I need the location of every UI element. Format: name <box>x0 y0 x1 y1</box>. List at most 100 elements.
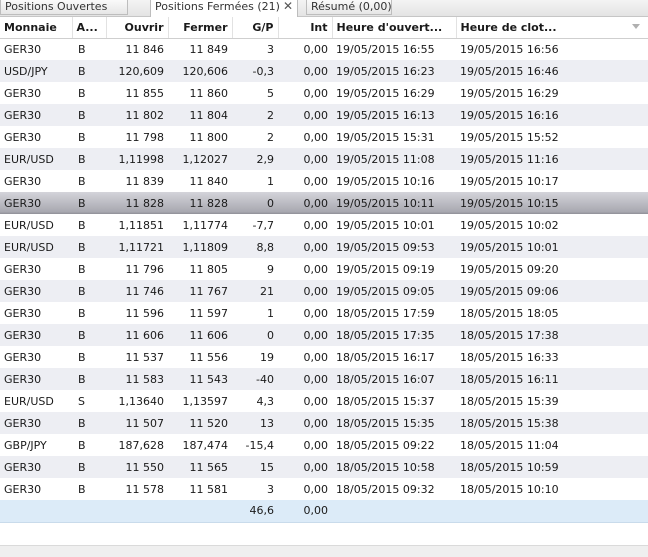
cell-fermer: 1,11809 <box>168 236 232 258</box>
cell-heure-cloture: 19/05/2015 16:29 <box>456 82 648 104</box>
tab-positions-fermees[interactable]: Positions Fermées (21) ✕ <box>150 0 298 17</box>
totals-empty-cell <box>72 500 106 523</box>
table-row[interactable]: GER30 B 11 550 11 565 15 0,00 18/05/2015 10:58… <box>0 456 648 478</box>
cell-fermer: 11 597 <box>168 302 232 324</box>
table-row[interactable]: EUR/USD B 1,11998 1,12027 2,9 0,00 19/05/2015 … <box>0 148 648 170</box>
cell-monnaie: EUR/USD <box>0 214 72 236</box>
cell-monnaie: EUR/USD <box>0 148 72 170</box>
cell-ouvrir: 11 839 <box>106 170 168 192</box>
cell-heure-cloture: 19/05/2015 09:06 <box>456 280 648 302</box>
cell-monnaie: USD/JPY <box>0 60 72 82</box>
tab-label: Positions Fermées (21) <box>155 0 280 13</box>
cell-fermer: 11 565 <box>168 456 232 478</box>
table-row[interactable]: GER30 B 11 596 11 597 1 0,00 18/05/2015 17:59 1… <box>0 302 648 324</box>
cell-ouvrir: 11 855 <box>106 82 168 104</box>
table-row[interactable]: GBP/JPY B 187,628 187,474 -15,4 0,00 18/05/201… <box>0 434 648 456</box>
sort-descending-icon <box>631 24 640 29</box>
tab-resume[interactable]: Résumé (0,00) <box>306 0 392 15</box>
totals-empty-cell <box>456 500 648 523</box>
cell-ouvrir: 120,609 <box>106 60 168 82</box>
closed-positions-window: Positions Ouvertes Positions Fermées (21… <box>0 0 648 557</box>
cell-ouvrir: 187,628 <box>106 434 168 456</box>
cell-action: B <box>72 38 106 60</box>
cell-int: 0,00 <box>278 346 332 368</box>
cell-action: B <box>72 104 106 126</box>
cell-ouvrir: 11 583 <box>106 368 168 390</box>
cell-monnaie: GER30 <box>0 478 72 500</box>
cell-monnaie: EUR/USD <box>0 236 72 258</box>
cell-heure-ouverture: 18/05/2015 17:35 <box>332 324 456 346</box>
tab-positions-ouvertes[interactable]: Positions Ouvertes <box>0 0 128 15</box>
cell-action: B <box>72 412 106 434</box>
column-header-fermer[interactable]: Fermer <box>168 17 233 39</box>
cell-heure-ouverture: 18/05/2015 09:22 <box>332 434 456 456</box>
cell-gp: 3 <box>232 478 278 500</box>
cell-action: B <box>72 214 106 236</box>
column-header-ouvrir[interactable]: Ouvrir <box>106 17 169 39</box>
cell-int: 0,00 <box>278 126 332 148</box>
table-row[interactable]: GER30 B 11 796 11 805 9 0,00 19/05/2015 09:19 1… <box>0 258 648 280</box>
cell-monnaie: GER30 <box>0 346 72 368</box>
table-row[interactable]: GER30 B 11 802 11 804 2 0,00 19/05/2015 16:13 1… <box>0 104 648 126</box>
cell-ouvrir: 1,11998 <box>106 148 168 170</box>
cell-fermer: 11 767 <box>168 280 232 302</box>
cell-fermer: 11 800 <box>168 126 232 148</box>
cell-action: B <box>72 478 106 500</box>
cell-ouvrir: 11 606 <box>106 324 168 346</box>
horizontal-scrollbar[interactable] <box>0 545 648 557</box>
column-header-gp[interactable]: G/P <box>232 17 279 39</box>
cell-ouvrir: 11 550 <box>106 456 168 478</box>
cell-fermer: 11 840 <box>168 170 232 192</box>
table-row[interactable]: GER30 B 11 578 11 581 3 0,00 18/05/2015 09:32 1… <box>0 478 648 500</box>
cell-heure-ouverture: 19/05/2015 09:19 <box>332 258 456 280</box>
table-row[interactable]: GER30 B 11 583 11 543 -40 0,00 18/05/2015 16:0… <box>0 368 648 390</box>
cell-fermer: 11 805 <box>168 258 232 280</box>
cell-action: B <box>72 456 106 478</box>
cell-heure-cloture: 18/05/2015 11:04 <box>456 434 648 456</box>
cell-action: B <box>72 280 106 302</box>
cell-heure-cloture: 19/05/2015 10:01 <box>456 236 648 258</box>
cell-gp: 2 <box>232 126 278 148</box>
table-row[interactable]: GER30 B 11 828 11 828 0 0,00 19/05/2015 10:11 1… <box>0 192 648 214</box>
cell-gp: 0 <box>232 192 278 214</box>
cell-action: B <box>72 346 106 368</box>
table-row[interactable]: GER30 B 11 746 11 767 21 0,00 19/05/2015 09:05… <box>0 280 648 302</box>
cell-heure-cloture: 18/05/2015 15:38 <box>456 412 648 434</box>
table-row[interactable]: GER30 B 11 839 11 840 1 0,00 19/05/2015 10:16 1… <box>0 170 648 192</box>
cell-ouvrir: 11 746 <box>106 280 168 302</box>
table-row[interactable]: USD/JPY B 120,609 120,606 -0,3 0,00 19/05/2015… <box>0 60 648 82</box>
table-row[interactable]: GER30 B 11 537 11 556 19 0,00 18/05/2015 16:17… <box>0 346 648 368</box>
cell-action: B <box>72 126 106 148</box>
column-header-heure-ouverture[interactable]: Heure d'ouvert... <box>332 17 457 39</box>
table-row[interactable]: GER30 B 11 798 11 800 2 0,00 19/05/2015 15:31 1… <box>0 126 648 148</box>
column-header-action[interactable]: A... <box>72 17 107 39</box>
cell-heure-ouverture: 19/05/2015 16:55 <box>332 38 456 60</box>
totals-row: 46,6 0,00 <box>0 500 648 523</box>
table-row[interactable]: GER30 B 11 606 11 606 0 0,00 18/05/2015 17:35 1… <box>0 324 648 346</box>
cell-monnaie: GBP/JPY <box>0 434 72 456</box>
table-row[interactable]: GER30 B 11 846 11 849 3 0,00 19/05/2015 16:55 1… <box>0 38 648 60</box>
table-row[interactable]: EUR/USD B 1,11851 1,11774 -7,7 0,00 19/05/2015… <box>0 214 648 236</box>
column-header-int[interactable]: Int <box>278 17 333 39</box>
cell-int: 0,00 <box>278 456 332 478</box>
cell-ouvrir: 11 507 <box>106 412 168 434</box>
cell-monnaie: GER30 <box>0 280 72 302</box>
cell-heure-cloture: 18/05/2015 10:59 <box>456 456 648 478</box>
column-header-monnaie[interactable]: Monnaie <box>0 17 73 39</box>
cell-gp: 3 <box>232 38 278 60</box>
cell-int: 0,00 <box>278 60 332 82</box>
cell-ouvrir: 11 802 <box>106 104 168 126</box>
cell-action: B <box>72 324 106 346</box>
table-row[interactable]: EUR/USD S 1,13640 1,13597 4,3 0,00 18/05/2015 … <box>0 390 648 412</box>
table-row[interactable]: EUR/USD B 1,11721 1,11809 8,8 0,00 19/05/2015 … <box>0 236 648 258</box>
table-row[interactable]: GER30 B 11 855 11 860 5 0,00 19/05/2015 16:29 1… <box>0 82 648 104</box>
cell-fermer: 11 804 <box>168 104 232 126</box>
close-icon[interactable]: ✕ <box>283 0 293 13</box>
tab-strip: Positions Ouvertes Positions Fermées (21… <box>0 0 648 17</box>
cell-gp: 1 <box>232 170 278 192</box>
cell-heure-ouverture: 19/05/2015 15:31 <box>332 126 456 148</box>
cell-heure-ouverture: 18/05/2015 15:35 <box>332 412 456 434</box>
table-row[interactable]: GER30 B 11 507 11 520 13 0,00 18/05/2015 15:35… <box>0 412 648 434</box>
column-header-heure-cloture[interactable]: Heure de clot... <box>456 17 648 39</box>
cell-monnaie: EUR/USD <box>0 390 72 412</box>
